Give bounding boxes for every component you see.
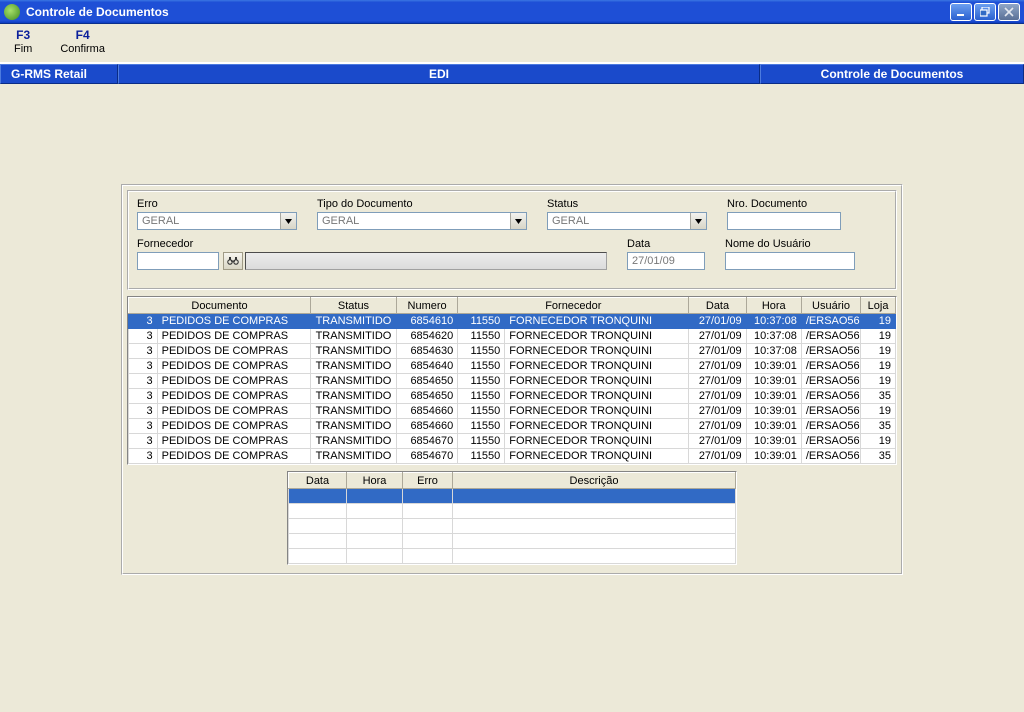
detail-row[interactable] xyxy=(289,489,736,504)
table-row[interactable]: 3PEDIDOS DE COMPRASTRANSMITIDO6854640115… xyxy=(129,359,896,374)
chevron-down-icon xyxy=(510,213,526,229)
detail-row[interactable] xyxy=(289,519,736,534)
binoculars-icon xyxy=(227,255,239,268)
table-row[interactable]: 3PEDIDOS DE COMPRASTRANSMITIDO6854610115… xyxy=(129,314,896,329)
erro-combo[interactable]: GERAL xyxy=(137,212,297,230)
detail-row[interactable] xyxy=(289,549,736,564)
col-numero[interactable]: Numero xyxy=(396,298,457,314)
table-row[interactable]: 3PEDIDOS DE COMPRASTRANSMITIDO6854660115… xyxy=(129,404,896,419)
documents-grid[interactable]: Documento Status Numero Fornecedor Data … xyxy=(127,296,897,465)
status-label: Status xyxy=(547,198,707,210)
header-module: EDI xyxy=(118,64,760,84)
table-row[interactable]: 3PEDIDOS DE COMPRASTRANSMITIDO6854630115… xyxy=(129,344,896,359)
fornecedor-code-input[interactable] xyxy=(137,252,219,270)
chevron-down-icon xyxy=(280,213,296,229)
tipo-combo[interactable]: GERAL xyxy=(317,212,527,230)
main-panel: Erro GERAL Tipo do Documento GERAL Statu… xyxy=(121,184,903,575)
col-fornecedor[interactable]: Fornecedor xyxy=(458,298,689,314)
titlebar: Controle de Documentos xyxy=(0,0,1024,24)
restore-button[interactable] xyxy=(974,3,996,21)
col-usuario[interactable]: Usuário xyxy=(801,298,860,314)
fornecedor-lookup-button[interactable] xyxy=(223,252,243,270)
dcol-data[interactable]: Data xyxy=(289,473,347,489)
fornecedor-name-display xyxy=(245,252,607,270)
usuario-label: Nome do Usuário xyxy=(725,238,855,250)
fornecedor-label: Fornecedor xyxy=(137,238,607,250)
menu-f4-confirma[interactable]: F4 Confirma xyxy=(60,28,105,56)
col-hora[interactable]: Hora xyxy=(746,298,801,314)
erro-label: Erro xyxy=(137,198,297,210)
app-icon xyxy=(4,4,20,20)
table-row[interactable]: 3PEDIDOS DE COMPRASTRANSMITIDO6854670115… xyxy=(129,434,896,449)
close-button[interactable] xyxy=(998,3,1020,21)
header-bar: G-RMS Retail EDI Controle de Documentos xyxy=(0,64,1024,84)
minimize-button[interactable] xyxy=(950,3,972,21)
status-combo[interactable]: GERAL xyxy=(547,212,707,230)
usuario-input[interactable] xyxy=(725,252,855,270)
table-row[interactable]: 3PEDIDOS DE COMPRASTRANSMITIDO6854660115… xyxy=(129,419,896,434)
nro-input[interactable] xyxy=(727,212,841,230)
nro-label: Nro. Documento xyxy=(727,198,841,210)
data-input[interactable] xyxy=(627,252,705,270)
filter-area: Erro GERAL Tipo do Documento GERAL Statu… xyxy=(127,190,897,290)
detail-row[interactable] xyxy=(289,534,736,549)
dcol-hora[interactable]: Hora xyxy=(347,473,403,489)
dcol-descricao[interactable]: Descrição xyxy=(453,473,736,489)
header-app-name: G-RMS Retail xyxy=(0,64,118,84)
window-title: Controle de Documentos xyxy=(26,5,169,19)
header-screen: Controle de Documentos xyxy=(760,64,1024,84)
col-status[interactable]: Status xyxy=(311,298,397,314)
chevron-down-icon xyxy=(690,213,706,229)
table-row[interactable]: 3PEDIDOS DE COMPRASTRANSMITIDO6854650115… xyxy=(129,374,896,389)
col-data[interactable]: Data xyxy=(689,298,746,314)
col-loja[interactable]: Loja xyxy=(861,298,896,314)
menu-f3-fim[interactable]: F3 Fim xyxy=(14,28,32,56)
menubar: F3 Fim F4 Confirma xyxy=(0,24,1024,64)
col-documento[interactable]: Documento xyxy=(129,298,311,314)
table-row[interactable]: 3PEDIDOS DE COMPRASTRANSMITIDO6854670115… xyxy=(129,449,896,464)
dcol-erro[interactable]: Erro xyxy=(403,473,453,489)
detail-grid[interactable]: Data Hora Erro Descrição xyxy=(287,471,737,565)
table-row[interactable]: 3PEDIDOS DE COMPRASTRANSMITIDO6854620115… xyxy=(129,329,896,344)
data-label: Data xyxy=(627,238,705,250)
detail-row[interactable] xyxy=(289,504,736,519)
tipo-label: Tipo do Documento xyxy=(317,198,527,210)
table-row[interactable]: 3PEDIDOS DE COMPRASTRANSMITIDO6854650115… xyxy=(129,389,896,404)
